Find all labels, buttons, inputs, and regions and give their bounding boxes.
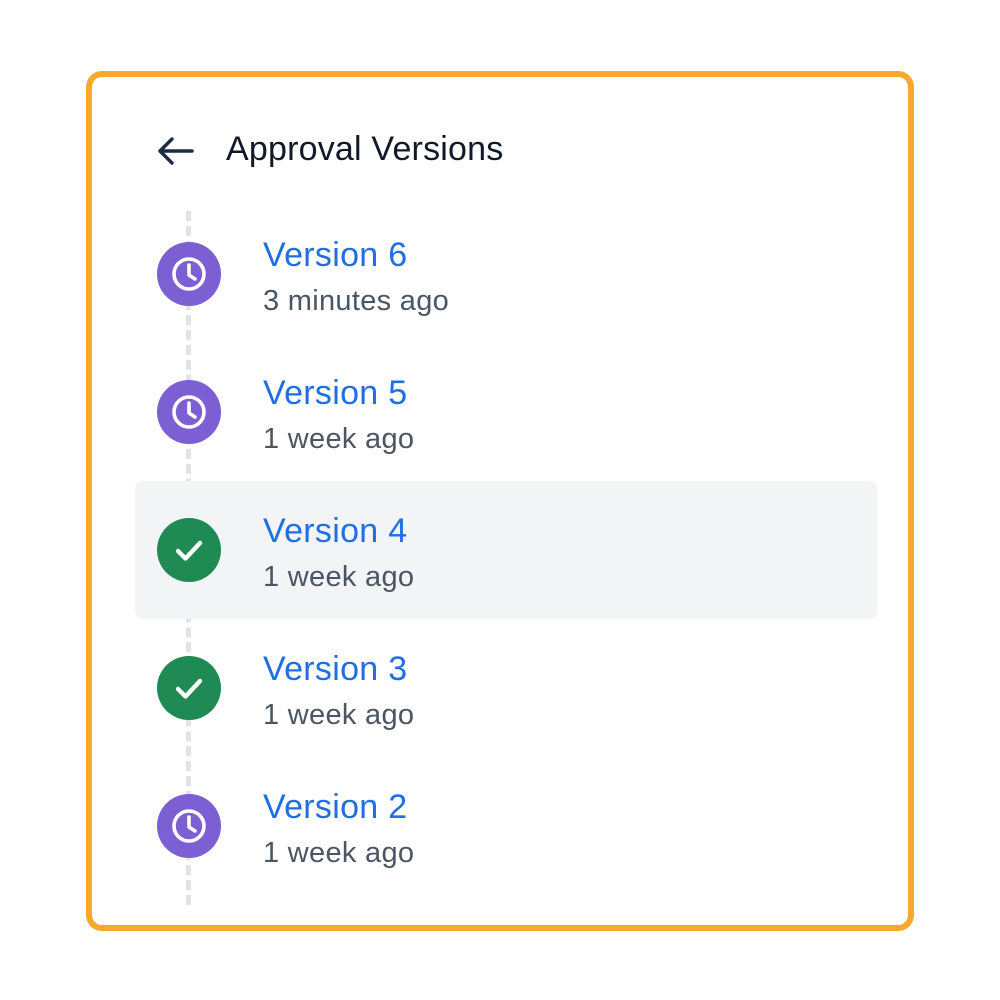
- version-item[interactable]: Version 2 1 week ago: [135, 757, 877, 895]
- clock-icon: [172, 395, 206, 429]
- version-label[interactable]: Version 4: [263, 511, 407, 551]
- version-item[interactable]: Version 6 3 minutes ago: [135, 205, 877, 343]
- clock-icon: [172, 809, 206, 843]
- status-badge: [157, 380, 221, 444]
- version-timestamp: 1 week ago: [263, 837, 415, 869]
- version-timestamp: 1 week ago: [263, 561, 415, 593]
- version-item[interactable]: Version 3 1 week ago: [135, 619, 877, 757]
- status-badge: [157, 656, 221, 720]
- check-icon: [175, 540, 203, 561]
- version-timestamp: 1 week ago: [263, 423, 415, 455]
- check-icon: [175, 678, 203, 699]
- arrow-left-icon: [158, 137, 194, 165]
- version-item[interactable]: Version 4 1 week ago: [135, 481, 877, 619]
- approval-versions-panel: Approval Versions Version 6 3 minutes ag…: [86, 71, 914, 931]
- version-timestamp: 3 minutes ago: [263, 285, 450, 317]
- version-item[interactable]: Version 5 1 week ago: [135, 343, 877, 481]
- version-label[interactable]: Version 2: [263, 787, 407, 827]
- version-timestamp: 1 week ago: [263, 699, 415, 731]
- status-badge: [157, 242, 221, 306]
- version-label[interactable]: Version 3: [263, 649, 407, 689]
- page-title: Approval Versions: [226, 130, 504, 168]
- back-button[interactable]: [150, 127, 200, 177]
- status-badge: [157, 518, 221, 582]
- status-badge: [157, 794, 221, 858]
- clock-icon: [172, 257, 206, 291]
- version-label[interactable]: Version 5: [263, 373, 407, 413]
- version-label[interactable]: Version 6: [263, 235, 407, 275]
